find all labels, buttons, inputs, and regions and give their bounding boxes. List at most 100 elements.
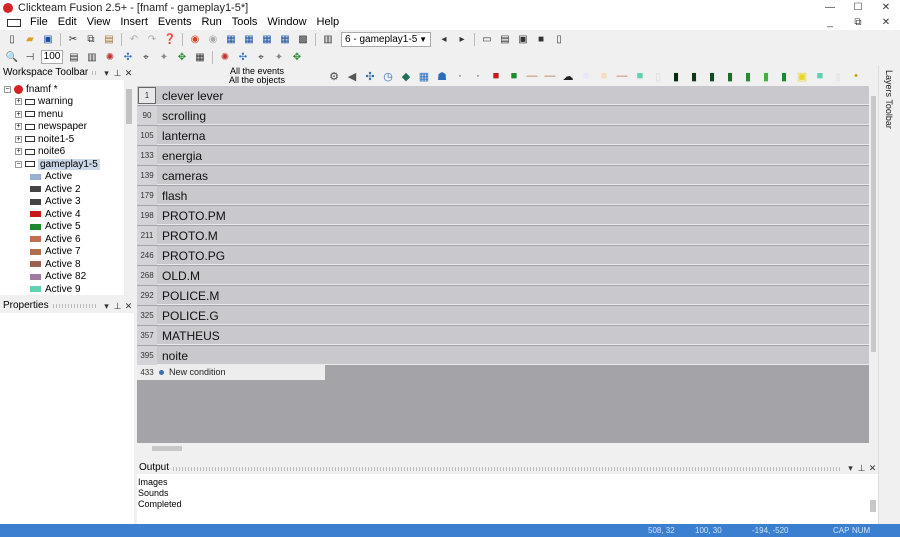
collapse-icon[interactable]: − [15, 160, 22, 168]
event-group-row[interactable]: 90 scrolling [137, 106, 869, 125]
pin-icon[interactable]: ⊥ [112, 66, 123, 80]
event-group-row[interactable]: 211 PROTO.M [137, 226, 869, 245]
window-a-icon[interactable]: ▭ [480, 32, 494, 46]
timer-icon[interactable]: ◷ [380, 69, 396, 84]
grid-icon[interactable]: ▤ [67, 50, 81, 64]
mdi-minimize-icon[interactable]: _ [816, 15, 844, 30]
dropdown-icon[interactable]: ▾ [101, 299, 112, 313]
expand-icon[interactable]: + [15, 135, 22, 143]
open-file-icon[interactable]: ▰ [23, 32, 37, 46]
player-icon[interactable]: ☗ [434, 69, 450, 84]
grip[interactable] [52, 304, 97, 308]
tool-f-icon[interactable]: ✺ [218, 50, 232, 64]
active-5-icon[interactable]: ■ [506, 69, 522, 84]
tree-item[interactable]: − gameplay1-5 [15, 158, 100, 170]
close-icon[interactable]: ✕ [123, 299, 134, 313]
menu-file[interactable]: File [25, 15, 53, 30]
gear-icon[interactable]: ✺ [103, 50, 117, 64]
event-group-row[interactable]: 198 PROTO.PM [137, 206, 869, 225]
scroll-thumb[interactable] [152, 446, 182, 451]
expand-icon[interactable]: + [15, 110, 22, 118]
prev-frame-icon[interactable]: ◂ [437, 32, 451, 46]
grip[interactable] [92, 71, 97, 75]
tool-i-icon[interactable]: ✦ [272, 50, 286, 64]
tree-item[interactable]: Active 3 [30, 196, 81, 208]
new-condition-row[interactable]: 433 New condition [137, 365, 325, 380]
close-icon[interactable]: ✕ [867, 462, 878, 474]
active-6-icon[interactable]: — [524, 69, 540, 84]
tool-g-icon[interactable]: ✣ [236, 50, 250, 64]
expand-icon[interactable]: + [15, 148, 22, 155]
dropdown-icon[interactable]: ▾ [101, 66, 112, 80]
event-group-row[interactable]: 395 noite [137, 346, 869, 365]
mdi-restore-icon[interactable]: ⧉ [844, 15, 872, 30]
event-group-row[interactable]: 246 PROTO.PG [137, 246, 869, 265]
event-group-row[interactable]: 139 cameras [137, 166, 869, 185]
window-b-icon[interactable]: ▤ [498, 32, 512, 46]
cut-icon[interactable]: ✂ [66, 32, 80, 46]
active-12-icon[interactable]: ▯ [650, 69, 666, 84]
paste-icon[interactable]: ▤ [102, 32, 116, 46]
menu-view[interactable]: View [82, 15, 116, 30]
storyboard-view-icon[interactable]: ▦ [224, 32, 238, 46]
save-icon[interactable]: ▣ [41, 32, 55, 46]
tree-item[interactable]: + noite1-5 [15, 133, 74, 145]
counter-icon[interactable]: ☁ [560, 69, 576, 84]
active-7-icon[interactable]: — [542, 69, 558, 84]
tool-e-icon[interactable]: ▦ [193, 50, 207, 64]
event-group-row[interactable]: 325 POLICE.G [137, 306, 869, 325]
event-group-row[interactable]: 357 MATHEUS [137, 326, 869, 345]
all-objects-label[interactable]: All the objects [212, 76, 302, 85]
active-14-icon[interactable]: ▮ [686, 69, 702, 84]
tree-item[interactable]: − fnamf * [4, 83, 58, 95]
tool-j-icon[interactable]: ✥ [290, 50, 304, 64]
scroll-thumb[interactable] [871, 96, 876, 352]
event-horizontal-scrollbar[interactable] [137, 443, 878, 454]
active-8-icon[interactable]: ■ [578, 69, 594, 84]
output-scroll-thumb[interactable] [870, 500, 876, 512]
menu-tools[interactable]: Tools [227, 15, 263, 30]
window-c-icon[interactable]: ▣ [516, 32, 530, 46]
expand-icon[interactable]: + [15, 123, 22, 130]
create-object-icon[interactable]: ⚙ [326, 69, 342, 84]
active-22-icon[interactable]: ▮ [830, 69, 846, 84]
stop-icon[interactable]: ■ [534, 32, 548, 46]
tree-item[interactable]: Active 82 [30, 271, 86, 283]
maximize-icon[interactable]: ☐ [844, 0, 872, 15]
tree-item[interactable]: Active 4 [30, 208, 81, 220]
dropdown-icon[interactable]: ▾ [845, 462, 856, 474]
tree-item[interactable]: Active [30, 171, 72, 183]
minimize-icon[interactable]: — [816, 0, 844, 15]
undo-icon[interactable]: ↶ [127, 32, 141, 46]
document-menu-icon[interactable] [7, 18, 21, 27]
active-3-icon[interactable]: · [470, 69, 486, 84]
tree-item[interactable]: + noite6 [15, 146, 65, 158]
frame-view-icon[interactable]: ▦ [242, 32, 256, 46]
layers-toolbar[interactable]: Layers Toolbar [878, 66, 900, 524]
special-icon[interactable]: ◆ [398, 69, 414, 84]
menu-insert[interactable]: Insert [115, 15, 153, 30]
keyboard-icon[interactable]: ▦ [416, 69, 432, 84]
redo-icon[interactable]: ↷ [145, 32, 159, 46]
tool-c-icon[interactable]: ✦ [157, 50, 171, 64]
active-16-icon[interactable]: ▮ [722, 69, 738, 84]
active-10-icon[interactable]: — [614, 69, 630, 84]
sound-icon[interactable]: ◀ [344, 69, 360, 84]
event-group-row[interactable]: 179 flash [137, 186, 869, 205]
new-file-icon[interactable]: ▯ [5, 32, 19, 46]
tree-item[interactable]: + warning [15, 96, 73, 108]
back-icon[interactable]: ◉ [188, 32, 202, 46]
menu-edit[interactable]: Edit [53, 15, 82, 30]
expand-icon[interactable]: + [15, 98, 22, 105]
close-icon[interactable]: ✕ [872, 0, 900, 15]
event-group-row[interactable]: 292 POLICE.M [137, 286, 869, 305]
active-15-icon[interactable]: ▮ [704, 69, 720, 84]
event-group-row[interactable]: 133 energia [137, 146, 869, 165]
menu-help[interactable]: Help [312, 15, 345, 30]
tree-item[interactable]: Active 9 [30, 283, 81, 295]
grip[interactable] [173, 467, 841, 471]
tree-item[interactable]: Active 7 [30, 246, 81, 258]
tree-item[interactable]: Active 5 [30, 221, 81, 233]
active-19-icon[interactable]: ▮ [776, 69, 792, 84]
event-view-icon[interactable]: ▦ [260, 32, 274, 46]
